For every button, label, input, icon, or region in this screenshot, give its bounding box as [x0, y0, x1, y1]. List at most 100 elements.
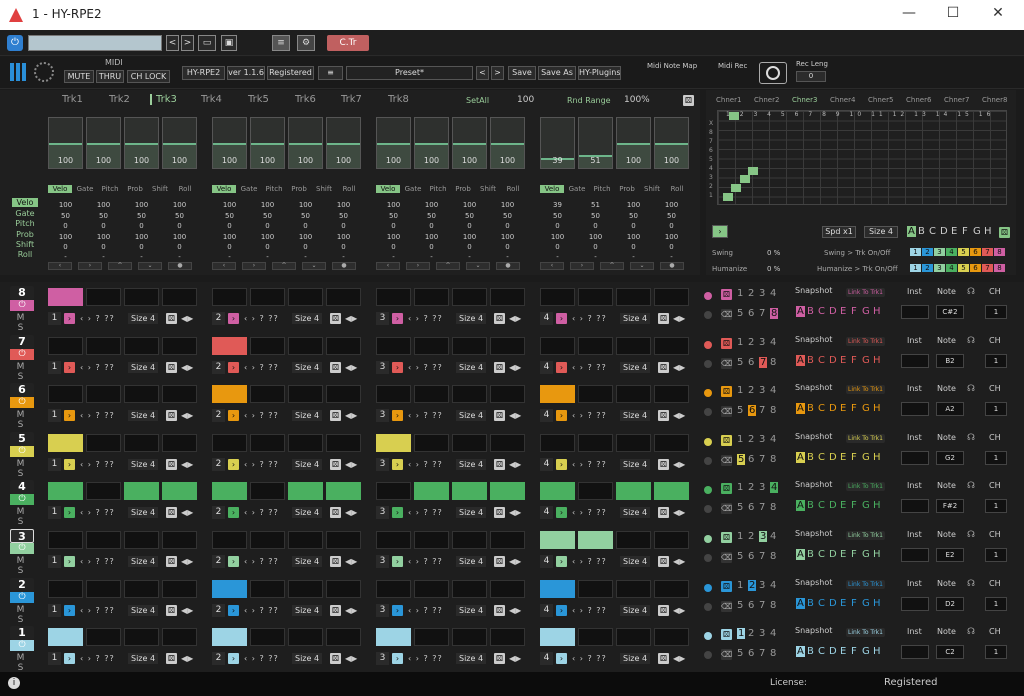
size-button[interactable]: Size 4 — [620, 458, 651, 470]
size-button[interactable]: Size 4 — [128, 458, 159, 470]
step-cell[interactable] — [326, 385, 361, 404]
nav-arrows[interactable]: ◀▶ — [509, 654, 521, 663]
setall-value[interactable]: 100 — [517, 95, 534, 105]
track-dot[interactable] — [704, 583, 712, 592]
step-cell[interactable] — [326, 336, 361, 355]
step-cell[interactable] — [250, 531, 285, 549]
channel-step-6[interactable]: 6 — [748, 648, 754, 659]
channel-field[interactable]: 1 — [985, 596, 1007, 611]
dice-icon[interactable]: ⚄ — [330, 653, 341, 665]
channel-step-6[interactable]: 6 — [748, 600, 754, 611]
channel-number[interactable]: 2 — [10, 577, 34, 592]
track-dot[interactable] — [704, 292, 712, 300]
trk-toggle-2[interactable]: 2 — [922, 248, 933, 256]
step-controls[interactable]: ‹ › ? ?? — [572, 460, 607, 469]
nav-arrows[interactable]: ◀▶ — [509, 606, 521, 615]
step-cell[interactable] — [288, 579, 323, 598]
channel-field[interactable]: 1 — [985, 450, 1007, 465]
step-controls[interactable]: ‹ › ? ?? — [572, 557, 607, 566]
preset-prev-button[interactable]: < — [476, 66, 489, 80]
track-number[interactable]: 1 — [48, 409, 61, 423]
channel-field[interactable]: 1 — [985, 645, 1007, 660]
step-cell[interactable] — [578, 385, 613, 404]
size-button[interactable]: Size 4 — [620, 313, 651, 324]
midi-plug-icon[interactable]: ☊ — [967, 287, 975, 297]
track-dot[interactable] — [704, 535, 712, 543]
size-button[interactable]: Size 4 — [456, 410, 487, 422]
track-number[interactable]: 3 — [376, 603, 389, 617]
trk-toggle-3[interactable]: 3 — [934, 248, 945, 256]
snapshot-letter-E[interactable]: E — [840, 549, 846, 560]
size-button[interactable]: Size 4 — [128, 556, 159, 567]
link-to-trk1[interactable]: Link To Trk1 — [846, 579, 885, 589]
step-controls[interactable]: ‹ › ? ?? — [244, 363, 279, 372]
inst-field[interactable] — [901, 645, 929, 660]
channel-step-4[interactable]: 4 — [770, 434, 776, 445]
power-icon[interactable]: ⏻ — [10, 445, 34, 457]
shift-arrow[interactable]: › — [228, 604, 239, 616]
midi-plug-icon[interactable]: ☊ — [967, 579, 975, 589]
step-cell[interactable] — [376, 628, 411, 647]
step-cell[interactable] — [414, 628, 449, 647]
param-tab-prob[interactable]: Prob — [615, 185, 639, 193]
step-cell[interactable] — [124, 628, 159, 647]
channel-step-1[interactable]: 1 — [737, 531, 743, 542]
step-cell[interactable] — [124, 579, 159, 598]
track-tab-7[interactable]: Trk7 — [341, 94, 362, 105]
channel-step-7[interactable]: 7 — [759, 356, 768, 368]
size-button[interactable]: Size 4 — [620, 556, 651, 567]
step-controls[interactable]: ‹ › ? ?? — [408, 654, 443, 663]
dice-icon[interactable]: ⚄ — [721, 434, 732, 446]
channel-step-3[interactable]: 3 — [759, 482, 765, 493]
channel-step-8[interactable]: 8 — [770, 405, 776, 416]
step-controls[interactable]: ‹ › ? ?? — [408, 460, 443, 469]
velocity-slider[interactable]: 100 — [414, 117, 449, 169]
snapshot-letter-E[interactable]: E — [840, 403, 846, 414]
channel-step-8[interactable]: 8 — [770, 357, 776, 368]
step-cell[interactable] — [326, 579, 361, 598]
velocity-slider[interactable]: 100 — [376, 117, 411, 169]
step-cell[interactable] — [414, 385, 449, 404]
nav-arrows[interactable]: ◀▶ — [509, 508, 521, 517]
step-cell[interactable] — [490, 628, 525, 647]
velocity-slider[interactable]: 100 — [654, 117, 689, 169]
track-number[interactable]: 4 — [540, 360, 553, 374]
nav-arrows[interactable]: ◀▶ — [673, 314, 685, 323]
info-icon[interactable]: i — [8, 677, 20, 689]
power-icon[interactable]: ⏻ — [10, 543, 34, 554]
nav-arrows[interactable]: ◀▶ — [345, 654, 357, 663]
snapshot-letter-E[interactable]: E — [840, 452, 846, 463]
dice-icon[interactable]: ⚄ — [721, 386, 732, 398]
channel-number[interactable]: 1 — [10, 626, 34, 641]
size-button[interactable]: Size 4 — [128, 604, 159, 616]
step-controls[interactable]: ‹ › ? ?? — [408, 557, 443, 566]
snapshot-letter-C[interactable]: C — [818, 355, 825, 366]
step-cell[interactable] — [540, 336, 575, 355]
step-cell[interactable] — [250, 579, 285, 598]
track-dot[interactable] — [704, 437, 712, 446]
track-number[interactable]: 2 — [212, 360, 225, 374]
snapshot-letter-E[interactable]: E — [840, 598, 846, 609]
shift-arrow[interactable]: › — [392, 604, 403, 616]
snapshot-letter-F[interactable]: F — [851, 549, 857, 560]
ctr-button[interactable]: C.Tr — [327, 35, 369, 51]
menu-icon[interactable]: ≡ — [318, 66, 343, 80]
note-field[interactable]: E2 — [936, 548, 964, 562]
shift-arrow[interactable]: › — [64, 361, 75, 373]
step-cell[interactable] — [616, 288, 651, 306]
power-icon[interactable]: ⏻ — [10, 640, 34, 652]
channel-tab-7[interactable]: Chner7 — [944, 96, 969, 104]
snapshot-letter-F[interactable]: F — [851, 403, 857, 414]
shift-arrow[interactable]: › — [556, 507, 567, 519]
dice-icon[interactable]: ⚄ — [658, 458, 669, 470]
trk-toggle-8[interactable]: 8 — [994, 264, 1005, 272]
inst-field[interactable] — [901, 450, 929, 465]
dice-icon[interactable]: ⚄ — [658, 313, 669, 324]
rec-leng-field[interactable]: 0 — [796, 71, 826, 82]
hy-plugins-button[interactable]: HY-Plugins — [578, 66, 621, 80]
shift-arrow[interactable]: › — [556, 556, 567, 567]
param-tab-prob[interactable]: Prob — [287, 185, 311, 193]
dice-icon[interactable]: ⚄ — [330, 604, 341, 616]
eraser-icon[interactable]: ⌫ — [721, 309, 732, 320]
inst-field[interactable] — [901, 548, 929, 562]
